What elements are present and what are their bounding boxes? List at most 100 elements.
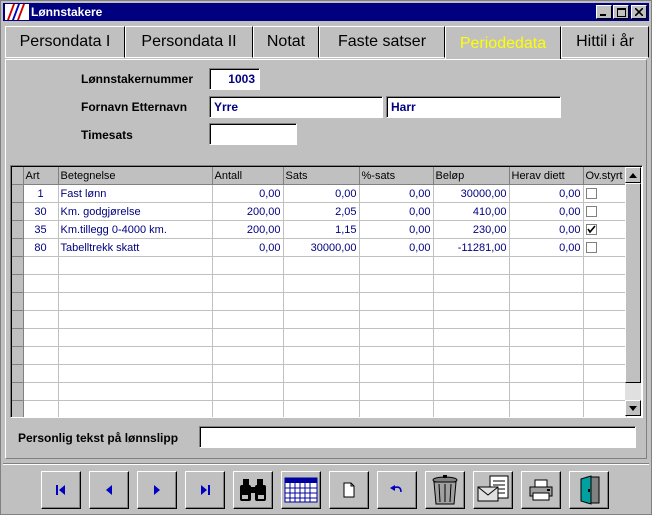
column-header-herav-diett[interactable]: Herav diett	[509, 167, 584, 185]
cell-belop[interactable]: -11281,00	[433, 238, 510, 257]
first-name-field[interactable]: Yrre	[209, 96, 383, 118]
table-row[interactable]	[12, 292, 627, 311]
empty-cell[interactable]	[509, 400, 584, 417]
cell-belop[interactable]: 410,00	[433, 202, 510, 221]
table-row[interactable]	[12, 364, 627, 383]
empty-cell[interactable]	[433, 400, 510, 417]
empty-cell[interactable]	[212, 256, 284, 275]
maximize-button[interactable]	[613, 5, 629, 19]
cell-herav-diett[interactable]: 0,00	[509, 184, 584, 203]
row-selector[interactable]	[12, 310, 24, 329]
empty-cell[interactable]	[583, 274, 627, 293]
empty-cell[interactable]	[283, 292, 360, 311]
empty-cell[interactable]	[583, 310, 627, 329]
column-header-art[interactable]: Art	[23, 167, 59, 185]
row-selector[interactable]	[12, 238, 24, 257]
empty-cell[interactable]	[212, 274, 284, 293]
row-selector[interactable]	[12, 274, 24, 293]
list-view-button[interactable]	[281, 471, 321, 509]
employee-number-field[interactable]: 1003	[209, 68, 260, 90]
empty-cell[interactable]	[283, 400, 360, 417]
cell-art[interactable]: 30	[23, 202, 59, 221]
empty-cell[interactable]	[58, 364, 213, 383]
empty-cell[interactable]	[583, 328, 627, 347]
empty-cell[interactable]	[359, 382, 434, 401]
empty-cell[interactable]	[58, 256, 213, 275]
empty-cell[interactable]	[359, 346, 434, 365]
previous-record-button[interactable]	[89, 471, 129, 509]
ov-styrt-checkbox[interactable]	[585, 206, 597, 218]
ov-styrt-checkbox[interactable]	[585, 188, 597, 200]
empty-cell[interactable]	[212, 328, 284, 347]
empty-cell[interactable]	[359, 364, 434, 383]
cell-pct-sats[interactable]: 0,00	[359, 220, 434, 239]
empty-cell[interactable]	[509, 256, 584, 275]
empty-cell[interactable]	[212, 292, 284, 311]
scroll-up-button[interactable]	[625, 167, 641, 183]
cell-betegnelse[interactable]: Km.tillegg 0-4000 km.	[58, 220, 213, 239]
cell-betegnelse[interactable]: Tabelltrekk skatt	[58, 238, 213, 257]
cell-sats[interactable]: 2,05	[283, 202, 360, 221]
empty-cell[interactable]	[509, 364, 584, 383]
cell-antall[interactable]: 0,00	[212, 184, 284, 203]
empty-cell[interactable]	[58, 292, 213, 311]
empty-cell[interactable]	[509, 274, 584, 293]
table-row[interactable]: 80 Tabelltrekk skatt 0,00 30000,00 0,00 -1128…	[12, 238, 627, 257]
empty-cell[interactable]	[433, 346, 510, 365]
empty-cell[interactable]	[283, 310, 360, 329]
table-row[interactable]: 1 Fast lønn 0,00 0,00 0,00 30000,00 0,00	[12, 184, 627, 203]
empty-cell[interactable]	[583, 256, 627, 275]
tab-periodedata[interactable]: Periodedata	[445, 26, 561, 60]
table-row[interactable]	[12, 382, 627, 401]
empty-cell[interactable]	[583, 382, 627, 401]
empty-cell[interactable]	[509, 382, 584, 401]
cell-art[interactable]: 1	[23, 184, 59, 203]
print-button[interactable]	[521, 471, 561, 509]
empty-cell[interactable]	[212, 400, 284, 417]
empty-cell[interactable]	[433, 328, 510, 347]
empty-cell[interactable]	[23, 310, 59, 329]
empty-cell[interactable]	[359, 400, 434, 417]
tab-faste-satser[interactable]: Faste satser	[319, 26, 445, 58]
delete-button[interactable]	[425, 471, 465, 509]
empty-cell[interactable]	[583, 400, 627, 417]
last-record-button[interactable]	[185, 471, 225, 509]
empty-cell[interactable]	[583, 346, 627, 365]
cell-pct-sats[interactable]: 0,00	[359, 238, 434, 257]
row-selector[interactable]	[12, 346, 24, 365]
last-name-field[interactable]: Harr	[386, 96, 561, 118]
empty-cell[interactable]	[58, 274, 213, 293]
ov-styrt-checkbox[interactable]	[585, 224, 597, 236]
empty-cell[interactable]	[23, 256, 59, 275]
hourly-rate-field[interactable]	[209, 123, 297, 145]
empty-cell[interactable]	[509, 292, 584, 311]
cell-pct-sats[interactable]: 0,00	[359, 184, 434, 203]
row-selector[interactable]	[12, 292, 24, 311]
row-selector[interactable]	[12, 202, 24, 221]
undo-button[interactable]	[377, 471, 417, 509]
vertical-scrollbar[interactable]	[625, 167, 641, 416]
empty-cell[interactable]	[283, 364, 360, 383]
ov-styrt-checkbox[interactable]	[585, 242, 597, 254]
empty-cell[interactable]	[23, 292, 59, 311]
cell-antall[interactable]: 200,00	[212, 202, 284, 221]
empty-cell[interactable]	[509, 310, 584, 329]
empty-cell[interactable]	[212, 310, 284, 329]
tab-notat[interactable]: Notat	[253, 26, 319, 58]
empty-cell[interactable]	[359, 310, 434, 329]
first-record-button[interactable]	[41, 471, 81, 509]
payslip-text-field[interactable]	[199, 426, 636, 448]
cell-belop[interactable]: 30000,00	[433, 184, 510, 203]
empty-cell[interactable]	[583, 292, 627, 311]
empty-cell[interactable]	[433, 256, 510, 275]
empty-cell[interactable]	[359, 292, 434, 311]
cell-herav-diett[interactable]: 0,00	[509, 220, 584, 239]
cell-betegnelse[interactable]: Km. godgjørelse	[58, 202, 213, 221]
title-bar[interactable]: Lønnstakere	[3, 3, 649, 21]
cell-art[interactable]: 80	[23, 238, 59, 257]
column-header-antall[interactable]: Antall	[212, 167, 284, 185]
column-header-belop[interactable]: Beløp	[433, 167, 510, 185]
table-row[interactable]: 35 Km.tillegg 0-4000 km. 200,00 1,15 0,00 230…	[12, 220, 627, 239]
row-selector[interactable]	[12, 184, 24, 203]
row-selector[interactable]	[12, 400, 24, 417]
